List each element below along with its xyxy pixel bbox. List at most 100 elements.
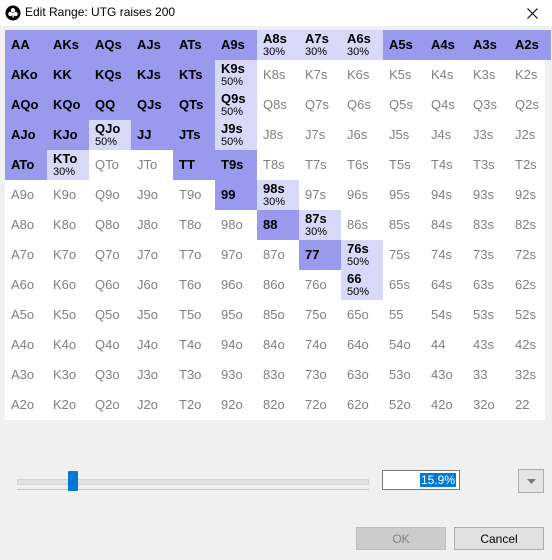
hand-cell[interactable]: Q8s [257, 90, 299, 120]
hand-cell[interactable]: A9s [215, 30, 257, 60]
hand-cell[interactable]: 64o [341, 330, 383, 360]
hand-cell[interactable]: J4o [131, 330, 173, 360]
hand-cell[interactable]: TT [173, 150, 215, 180]
hand-cell[interactable]: 86o [257, 270, 299, 300]
hand-cell[interactable]: T2o [173, 390, 215, 420]
hand-cell[interactable]: Q6s [341, 90, 383, 120]
hand-cell[interactable]: 72o [299, 390, 341, 420]
hand-cell[interactable]: K7o [47, 240, 89, 270]
hand-cell[interactable]: Q5o [89, 300, 131, 330]
hand-cell[interactable]: A2s [509, 30, 551, 60]
hand-cell[interactable]: 32s [509, 360, 551, 390]
hand-cell[interactable]: 43o [425, 360, 467, 390]
hand-cell[interactable]: Q3s [467, 90, 509, 120]
hand-cell[interactable]: K6s [341, 60, 383, 90]
hand-cell[interactable]: 83o [257, 360, 299, 390]
hand-cell[interactable]: A7s 30% [299, 30, 341, 60]
hand-cell[interactable]: J6s [341, 120, 383, 150]
hand-cell[interactable]: J3o [131, 360, 173, 390]
hand-cell[interactable]: AKs [47, 30, 89, 60]
hand-cell[interactable]: Q2s [509, 90, 551, 120]
hand-cell[interactable]: 84o [257, 330, 299, 360]
hand-cell[interactable]: 62o [341, 390, 383, 420]
hand-cell[interactable]: 95s [383, 180, 425, 210]
hand-cell[interactable]: 53o [383, 360, 425, 390]
hand-cell[interactable]: J5s [383, 120, 425, 150]
hand-cell[interactable]: 54s [425, 300, 467, 330]
hand-cell[interactable]: 33 [467, 360, 509, 390]
hand-cell[interactable]: QQ [89, 90, 131, 120]
hand-cell[interactable]: 65s [383, 270, 425, 300]
hand-cell[interactable]: Q7o [89, 240, 131, 270]
hand-cell[interactable]: 99 [215, 180, 257, 210]
hand-cell[interactable]: K3o [47, 360, 89, 390]
hand-cell[interactable]: K3s [467, 60, 509, 90]
hand-cell[interactable]: Q6o [89, 270, 131, 300]
hand-cell[interactable]: 92o [215, 390, 257, 420]
hand-cell[interactable]: A4s [425, 30, 467, 60]
hand-cell[interactable]: 74o [299, 330, 341, 360]
hand-cell[interactable]: 85o [257, 300, 299, 330]
hand-cell[interactable]: Q9o [89, 180, 131, 210]
hand-cell[interactable]: ATs [173, 30, 215, 60]
hand-cell[interactable]: 53s [467, 300, 509, 330]
hand-cell[interactable]: A5o [5, 300, 47, 330]
hand-cell[interactable]: Q3o [89, 360, 131, 390]
hand-cell[interactable]: JTo [131, 150, 173, 180]
hand-cell[interactable]: Q2o [89, 390, 131, 420]
hand-cell[interactable]: T8o [173, 210, 215, 240]
hand-cell[interactable]: A7o [5, 240, 47, 270]
hand-cell[interactable]: 66 50% [341, 270, 383, 300]
hand-cell[interactable]: AJs [131, 30, 173, 60]
hand-cell[interactable]: T7o [173, 240, 215, 270]
hand-cell[interactable]: 88 [257, 210, 299, 240]
hand-cell[interactable]: K2o [47, 390, 89, 420]
hand-cell[interactable]: A3s [467, 30, 509, 60]
hand-cell[interactable]: 52o [383, 390, 425, 420]
hand-cell[interactable]: Q9s 50% [215, 90, 257, 120]
hand-cell[interactable]: A8o [5, 210, 47, 240]
hand-cell[interactable]: KTo 30% [47, 150, 89, 180]
hand-cell[interactable]: J5o [131, 300, 173, 330]
hand-cell[interactable]: 98o [215, 210, 257, 240]
hand-cell[interactable]: T3o [173, 360, 215, 390]
hand-cell[interactable]: Q7s [299, 90, 341, 120]
hand-cell[interactable]: 76s 50% [341, 240, 383, 270]
hand-cell[interactable]: Q8o [89, 210, 131, 240]
hand-cell[interactable]: 22 [509, 390, 551, 420]
hand-cell[interactable]: Q5s [383, 90, 425, 120]
hand-cell[interactable]: K5s [383, 60, 425, 90]
hand-cell[interactable]: K8o [47, 210, 89, 240]
range-percent-input[interactable]: 15.9% [382, 470, 460, 490]
hand-cell[interactable]: 85s [383, 210, 425, 240]
hand-cell[interactable]: J3s [467, 120, 509, 150]
range-slider-thumb[interactable] [68, 471, 79, 491]
hand-cell[interactable]: J8o [131, 210, 173, 240]
hand-cell[interactable]: K7s [299, 60, 341, 90]
hand-cell[interactable]: 42s [509, 330, 551, 360]
hand-cell[interactable]: K6o [47, 270, 89, 300]
hand-cell[interactable]: K4o [47, 330, 89, 360]
hand-cell[interactable]: 97o [215, 240, 257, 270]
hand-cell[interactable]: JTs [173, 120, 215, 150]
hand-cell[interactable]: Q4o [89, 330, 131, 360]
hand-cell[interactable]: QTo [89, 150, 131, 180]
hand-cell[interactable]: T8s [257, 150, 299, 180]
hand-cell[interactable]: 75o [299, 300, 341, 330]
hand-cell[interactable]: 65o [341, 300, 383, 330]
hand-cell[interactable]: A2o [5, 390, 47, 420]
hand-cell[interactable]: 83s [467, 210, 509, 240]
hand-cell[interactable]: 72s [509, 240, 551, 270]
hand-cell[interactable]: 97s [299, 180, 341, 210]
hand-cell[interactable]: J7s [299, 120, 341, 150]
hand-cell[interactable]: A6s 30% [341, 30, 383, 60]
hand-cell[interactable]: QTs [173, 90, 215, 120]
hand-cell[interactable]: 84s [425, 210, 467, 240]
hand-cell[interactable]: 76o [299, 270, 341, 300]
hand-cell[interactable]: 93s [467, 180, 509, 210]
hand-cell[interactable]: JJ [131, 120, 173, 150]
hand-cell[interactable]: 62s [509, 270, 551, 300]
hand-cell[interactable]: A6o [5, 270, 47, 300]
hand-cell[interactable]: QJs [131, 90, 173, 120]
hand-cell[interactable]: T6s [341, 150, 383, 180]
